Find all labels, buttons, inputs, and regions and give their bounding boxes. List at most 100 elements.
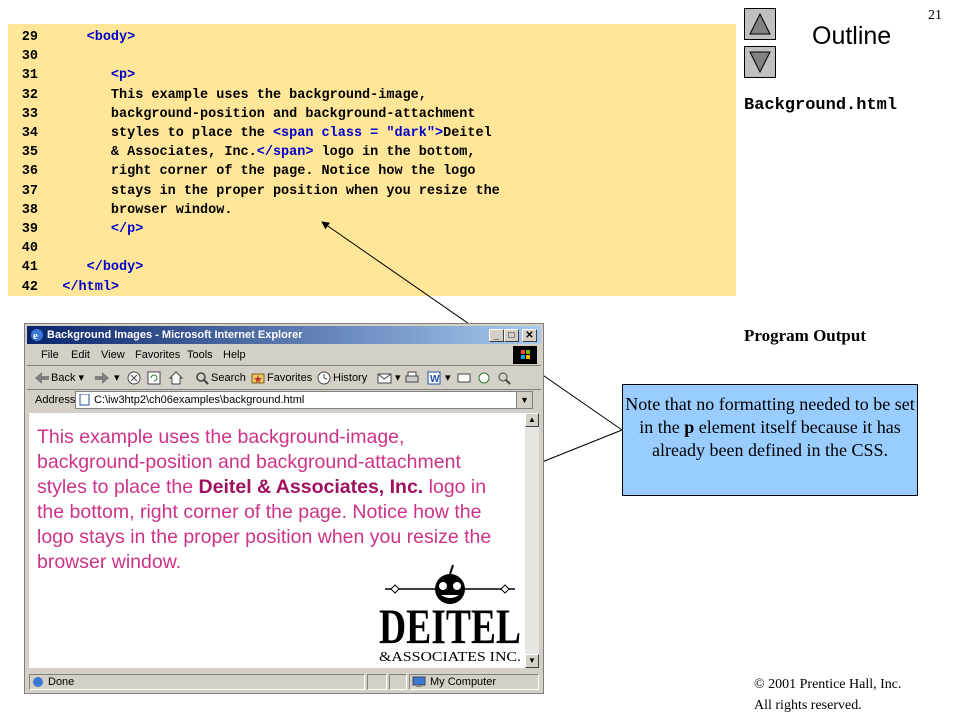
code-line: 31 <p> <box>8 66 135 85</box>
favorites-button[interactable]: Favorites <box>251 370 312 386</box>
code-line: 36 right corner of the page. Notice how … <box>8 162 476 181</box>
search-button[interactable]: Search <box>195 370 246 386</box>
close-button[interactable]: ✕ <box>522 329 537 342</box>
menu-help[interactable]: Help <box>223 349 246 361</box>
history-button[interactable]: History <box>317 370 367 386</box>
line-number: 33 <box>21 106 38 122</box>
word-edit-icon: W <box>427 371 441 385</box>
address-value: C:\iw3htp2\ch06examples\background.html <box>94 394 305 406</box>
menu-view[interactable]: View <box>101 349 125 361</box>
discuss-button[interactable] <box>457 370 473 386</box>
refresh-button[interactable] <box>147 370 163 386</box>
code-line: 38 browser window. <box>8 201 233 220</box>
history-label: History <box>333 372 368 384</box>
home-button[interactable] <box>169 370 185 386</box>
search-icon <box>196 372 209 385</box>
window-title: Background Images - Microsoft Internet E… <box>47 329 303 341</box>
code-line: 42 </html> <box>8 278 119 297</box>
address-bar: Address C:\iw3htp2\ch06examples\backgrou… <box>27 390 541 412</box>
code-tag: </p> <box>110 222 144 237</box>
page-paragraph: This example uses the background-image, … <box>37 425 515 575</box>
messenger-button[interactable] <box>477 370 493 386</box>
code-line: 40 <box>8 239 62 258</box>
code-pre <box>62 260 86 275</box>
tools-extra-button[interactable] <box>497 370 513 386</box>
svg-text:W: W <box>430 374 440 385</box>
code-tag: <body> <box>86 30 136 45</box>
code-pre <box>62 68 111 83</box>
home-icon <box>169 371 183 385</box>
menu-favorites[interactable]: Favorites <box>135 349 180 361</box>
next-slide-button[interactable] <box>744 46 776 78</box>
address-label: Address <box>35 394 76 406</box>
favorites-label: Favorites <box>267 372 313 384</box>
ie-icon: e <box>31 329 43 342</box>
vertical-scrollbar[interactable]: ▲ ▼ <box>525 413 539 668</box>
minimize-button[interactable]: _ <box>489 329 504 342</box>
line-number: 32 <box>21 87 38 103</box>
discuss-icon <box>457 373 471 383</box>
line-number: 38 <box>21 202 38 218</box>
address-input[interactable]: C:\iw3htp2\ch06examples\background.html … <box>75 391 533 409</box>
code-tag: <span class = "dark"> <box>272 126 444 141</box>
page-text-dark: Deitel & Associates, Inc. <box>198 476 424 498</box>
stop-button[interactable] <box>127 370 143 386</box>
back-arrow-icon <box>35 372 49 385</box>
maximize-button[interactable]: □ <box>504 329 519 342</box>
windows-logo-icon <box>513 346 537 364</box>
file-name: Background.html <box>744 96 898 115</box>
back-label: Back <box>51 372 76 384</box>
outline-label: Outline <box>812 22 892 50</box>
line-number: 41 <box>21 260 38 276</box>
forward-button[interactable]: ▾ <box>95 370 120 386</box>
title-bar[interactable]: e Background Images - Microsoft Internet… <box>27 326 541 344</box>
previous-slide-button[interactable] <box>744 8 776 40</box>
print-icon <box>405 371 419 383</box>
favorites-icon <box>251 373 265 384</box>
code-line: 34 styles to place the <span class = "da… <box>8 124 492 143</box>
address-dropdown-button[interactable]: ▼ <box>516 392 532 408</box>
search-label: Search <box>211 372 246 384</box>
print-button[interactable] <box>405 370 421 386</box>
forward-arrow-icon <box>95 372 109 385</box>
code-pre: This example uses the background-image, <box>62 87 427 103</box>
copyright-line-1: © 2001 Prentice Hall, Inc. <box>754 677 902 692</box>
logo-main-text: DEITEL <box>379 598 521 654</box>
line-number: 39 <box>21 222 38 237</box>
line-number: 36 <box>21 164 38 180</box>
code-tag: </html> <box>62 279 120 295</box>
mail-button[interactable]: ▾ <box>377 370 401 386</box>
magnifier-icon <box>498 372 511 385</box>
edit-button[interactable]: W ▾ <box>427 370 451 386</box>
code-post: Deitel <box>443 126 492 141</box>
line-number: 35 <box>21 145 38 161</box>
code-pre: background-position and background-attac… <box>62 106 476 122</box>
line-number: 31 <box>21 68 38 84</box>
menu-tools[interactable]: Tools <box>187 349 213 361</box>
status-cell-2 <box>389 674 407 690</box>
status-text: Done <box>48 676 75 688</box>
menu-bar: File Edit View Favorites Tools Help <box>27 345 541 366</box>
code-pre: & Associates, Inc. <box>62 145 257 161</box>
status-zone: My Computer <box>409 674 539 690</box>
status-page-icon <box>33 677 43 687</box>
code-tag: </body> <box>86 260 144 276</box>
status-bar: Done My Computer <box>27 672 541 692</box>
scroll-up-button[interactable]: ▲ <box>525 413 539 427</box>
callout-note: Note that no formatting needed to be set… <box>622 384 918 496</box>
back-button[interactable]: Back ▾ <box>35 370 84 386</box>
line-number: 42 <box>21 279 38 295</box>
scroll-down-button[interactable]: ▼ <box>525 654 539 668</box>
code-pre <box>62 222 111 237</box>
svg-text:e: e <box>33 330 38 342</box>
line-number: 30 <box>21 49 38 65</box>
code-line: 30 <box>8 47 62 66</box>
code-line: 37 stays in the proper position when you… <box>8 182 500 201</box>
mail-icon <box>377 373 392 384</box>
status-panel: Done <box>29 674 365 690</box>
page-viewport: This example uses the background-image, … <box>29 413 525 668</box>
zone-text: My Computer <box>430 676 497 688</box>
code-line: 33 background-position and background-at… <box>8 105 476 124</box>
menu-edit[interactable]: Edit <box>71 349 90 361</box>
menu-file[interactable]: File <box>41 349 59 361</box>
